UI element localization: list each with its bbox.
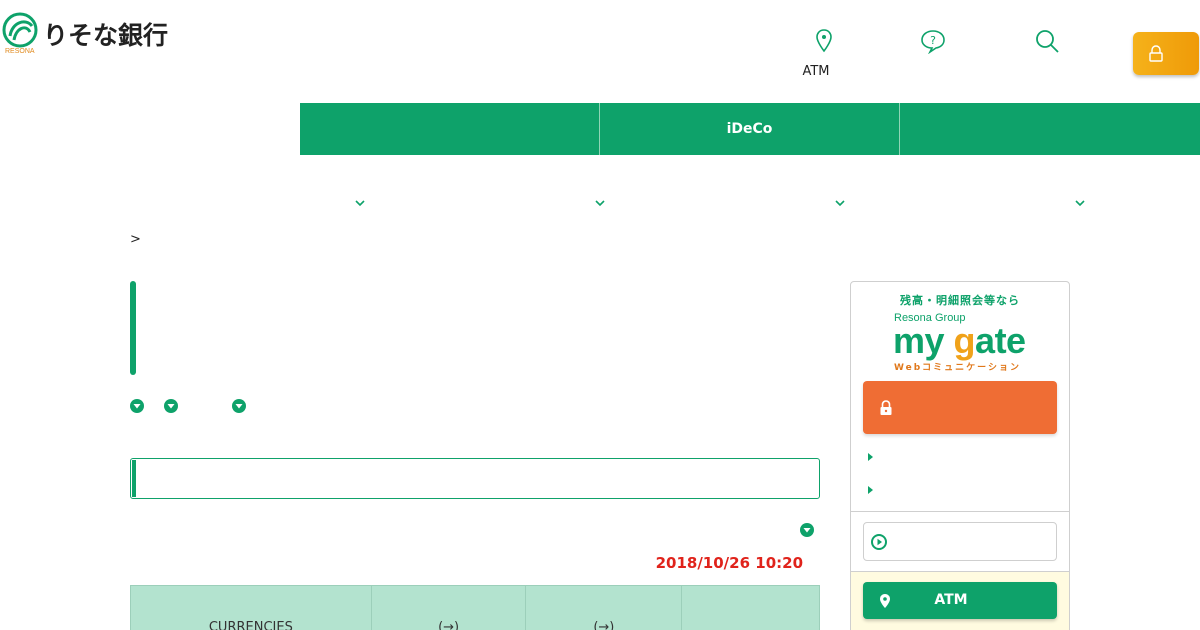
table-header-col2: (→) xyxy=(370,585,527,630)
global-nav: iDeCo xyxy=(300,103,1200,155)
section-heading xyxy=(130,458,820,499)
table-header-currencies: CURRENCIES xyxy=(130,585,372,630)
mygate-logo-my: my xyxy=(893,320,954,361)
chevron-down-icon[interactable] xyxy=(354,198,366,208)
breadcrumb: > xyxy=(130,232,141,247)
mygate-logo: my gate xyxy=(893,320,1026,362)
dropdown-circle-icon[interactable] xyxy=(130,399,144,413)
mygate-caption: 残高・明細照会等なら xyxy=(900,294,1020,307)
atm-search-panel: ATM xyxy=(851,571,1069,630)
link-arrow-icon[interactable] xyxy=(868,486,873,494)
mygate-logo-g: g xyxy=(953,320,976,361)
dropdown-circle-icon[interactable] xyxy=(800,523,814,537)
mygate-login-button[interactable] xyxy=(863,381,1057,434)
chevron-down-icon[interactable] xyxy=(1074,198,1086,208)
lock-icon xyxy=(880,400,892,415)
dropdown-circle-icon[interactable] xyxy=(164,399,178,413)
mygate-sidebar: 残高・明細照会等なら Resona Group my gate Webコミュニケ… xyxy=(850,281,1070,630)
breadcrumb-separator: > xyxy=(130,232,141,247)
logo-text: りそな銀行 xyxy=(43,21,169,50)
rate-table: CURRENCIES (→) (→) xyxy=(130,585,820,630)
mygate-subtitle: Webコミュニケーション xyxy=(894,363,1021,373)
chevron-down-icon[interactable] xyxy=(834,198,846,208)
link-arrow-icon[interactable] xyxy=(868,453,873,461)
atm-nav-label[interactable]: ATM xyxy=(794,64,838,79)
table-header-col4 xyxy=(681,585,820,630)
lock-icon xyxy=(1149,45,1163,62)
global-nav-item-1[interactable] xyxy=(300,103,600,155)
atm-search-button[interactable]: ATM xyxy=(863,582,1057,619)
atm-search-label: ATM xyxy=(934,592,968,608)
table-header-col3: (→) xyxy=(525,585,683,630)
chevron-down-icon[interactable] xyxy=(594,198,606,208)
rate-timestamp: 2018/10/26 10:20 xyxy=(655,554,803,572)
logo-subtext: RESONA xyxy=(5,48,35,55)
mygate-logo-ate: ate xyxy=(975,320,1026,361)
login-button[interactable] xyxy=(1133,32,1199,75)
svg-text:?: ? xyxy=(930,34,936,47)
sidebar-link-button[interactable] xyxy=(863,522,1057,561)
sidebar-divider xyxy=(851,511,1069,512)
global-nav-item-3[interactable] xyxy=(900,103,1200,155)
search-icon[interactable] xyxy=(1034,28,1060,54)
play-circle-icon xyxy=(871,534,887,550)
table-header-row: CURRENCIES (→) (→) xyxy=(130,585,820,630)
dropdown-circle-icon[interactable] xyxy=(232,399,246,413)
global-nav-item-ideco[interactable]: iDeCo xyxy=(600,103,900,155)
page-title-bar xyxy=(130,281,136,375)
resona-mark-icon xyxy=(2,12,38,48)
resona-logo[interactable]: りそな銀行 RESONA xyxy=(2,12,172,58)
map-pin-icon[interactable] xyxy=(811,28,837,54)
help-bubble-icon[interactable]: ? xyxy=(920,28,946,55)
